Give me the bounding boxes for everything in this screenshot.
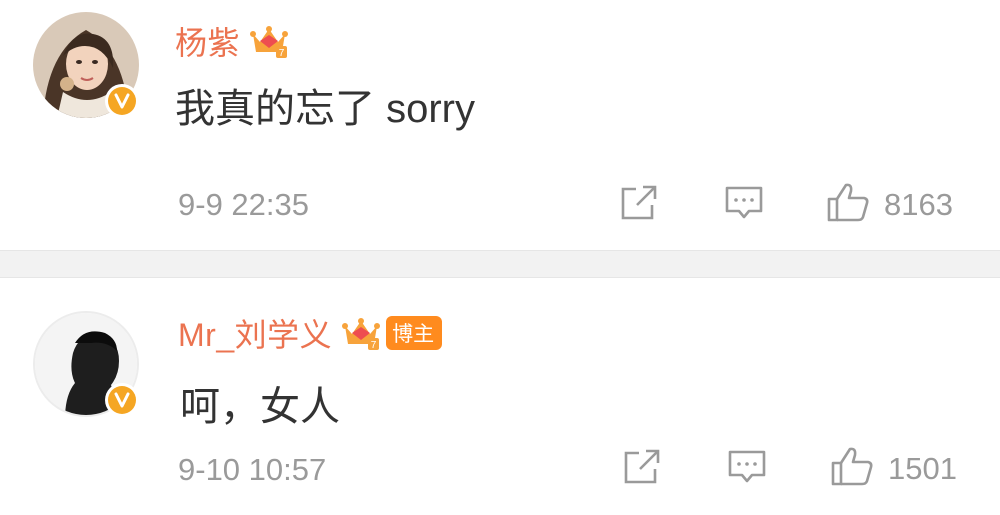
verified-icon — [105, 383, 139, 417]
comment-time: 9-9 22:35 — [178, 187, 309, 222]
divider — [0, 250, 1000, 278]
username[interactable]: Mr_刘学义 — [178, 310, 332, 356]
comment-time: 9-10 10:57 — [178, 452, 327, 487]
avatar[interactable] — [33, 12, 139, 118]
svg-text:7: 7 — [371, 340, 377, 350]
host-badge-label: 博主 — [392, 323, 435, 346]
like-count: 8163 — [884, 186, 953, 222]
share-button[interactable] — [622, 448, 662, 491]
crown-level-icon[interactable]: 7 — [250, 24, 289, 58]
comment-text: 我真的忘了 sorry — [175, 87, 475, 131]
share-icon — [622, 448, 662, 491]
comment-button[interactable] — [727, 448, 767, 491]
like-icon — [830, 445, 874, 492]
crown-level-icon[interactable]: 7 — [342, 316, 381, 350]
comment-icon — [727, 448, 767, 491]
comment-icon — [724, 184, 764, 227]
verified-icon — [105, 84, 139, 118]
like-count: 1501 — [888, 450, 957, 486]
like-icon — [826, 181, 870, 228]
like-button[interactable]: 1501 — [830, 445, 957, 492]
comment-item: 杨紫 7 我真的忘了 sorry 9-9 22:35 8163 — [0, 0, 1000, 250]
comment-item: Mr_刘学义 7 博主 呵，女人 9-10 10:57 1501 — [0, 278, 1000, 515]
share-button[interactable] — [619, 184, 659, 227]
share-icon — [619, 184, 659, 227]
username[interactable]: 杨紫 — [175, 18, 240, 64]
avatar[interactable] — [33, 311, 139, 417]
comment-text: 呵，女人 — [180, 385, 340, 429]
host-badge: 博主 — [386, 316, 443, 350]
svg-text:7: 7 — [279, 48, 285, 58]
comment-button[interactable] — [724, 184, 764, 227]
like-button[interactable]: 8163 — [826, 181, 953, 228]
